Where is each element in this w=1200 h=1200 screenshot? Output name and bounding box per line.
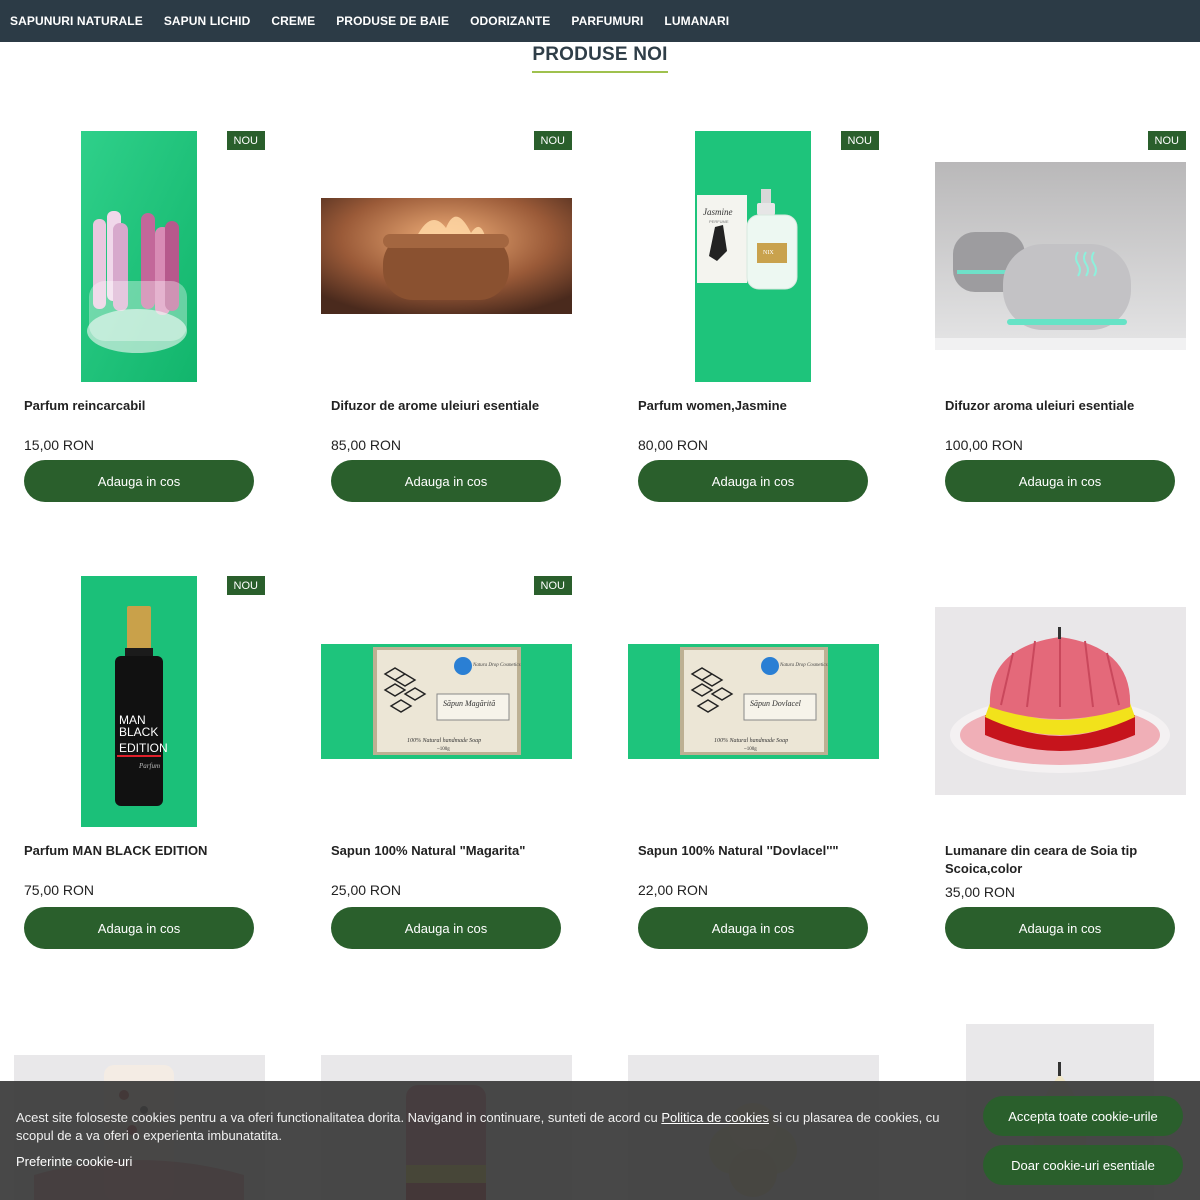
nav-item-lumanari[interactable]: LUMANARI xyxy=(664,14,729,28)
section-heading: PRODUSE NOI xyxy=(0,44,1200,73)
product-card: Natura Drop Cosmetics Săpun Dovlacel 100… xyxy=(628,576,879,966)
product-image-link[interactable]: Jasmine PERFUME NIX NOU xyxy=(628,131,879,382)
soap-brand: Natura Drop Cosmetics xyxy=(472,663,521,668)
man-label-4: Parfum xyxy=(138,762,160,770)
product-card: MAN BLACK EDITION Parfum NOU Parfum MAN … xyxy=(14,576,265,966)
add-to-cart-button[interactable]: Adauga in cos xyxy=(945,907,1175,949)
product-price: 35,00 RON xyxy=(945,884,1016,900)
add-to-cart-button[interactable]: Adauga in cos xyxy=(638,460,868,502)
add-to-cart-button[interactable]: Adauga in cos xyxy=(24,907,254,949)
add-to-cart-button[interactable]: Adauga in cos xyxy=(331,460,561,502)
top-navigation: SAPUNURI NATURALE SAPUN LICHID CREME PRO… xyxy=(0,0,1200,42)
soap-name: Săpun Magărită xyxy=(443,699,495,708)
man-label-3: EDITION xyxy=(119,741,168,755)
nav-item-creme[interactable]: CREME xyxy=(271,14,315,28)
soap-brand: Natura Drop Cosmetics xyxy=(779,663,828,668)
product-image[interactable]: Natura Drop Cosmetics Săpun Magărită 100… xyxy=(321,644,572,759)
product-title[interactable]: Sapun 100% Natural ''Dovlacel''" xyxy=(638,842,878,860)
product-price: 85,00 RON xyxy=(331,437,402,453)
add-to-cart-button[interactable]: Adauga in cos xyxy=(24,460,254,502)
add-to-cart-button[interactable]: Adauga in cos xyxy=(945,460,1175,502)
product-image[interactable]: Natura Drop Cosmetics Săpun Dovlacel 100… xyxy=(628,644,879,759)
nav-item-sapun-lichid[interactable]: SAPUN LICHID xyxy=(164,14,251,28)
product-title[interactable]: Lumanare din ceara de Soia tip Scoica,co… xyxy=(945,842,1185,878)
product-image[interactable] xyxy=(321,198,572,314)
product-title[interactable]: Difuzor aroma uleiuri esentiale xyxy=(945,397,1185,415)
product-card: NOU Difuzor aroma uleiuri esentiale 100,… xyxy=(935,131,1186,521)
cookie-preferences-link[interactable]: Preferinte cookie-uri xyxy=(16,1154,132,1169)
essential-cookies-button[interactable]: Doar cookie-uri esentiale xyxy=(983,1145,1183,1185)
add-to-cart-button[interactable]: Adauga in cos xyxy=(331,907,561,949)
product-title[interactable]: Sapun 100% Natural "Magarita" xyxy=(331,842,571,860)
product-title[interactable]: Parfum women,Jasmine xyxy=(638,397,878,415)
product-image-link[interactable] xyxy=(935,576,1186,827)
product-image[interactable] xyxy=(935,162,1186,350)
product-title[interactable]: Difuzor de arome uleiuri esentiale xyxy=(331,397,571,415)
cookie-policy-link[interactable]: Politica de cookies xyxy=(661,1110,769,1125)
section-title: PRODUSE NOI xyxy=(532,44,668,73)
product-image-link[interactable]: MAN BLACK EDITION Parfum NOU xyxy=(14,576,265,827)
new-badge: NOU xyxy=(226,131,265,150)
product-card: Natura Drop Cosmetics Săpun Magărită 100… xyxy=(321,576,572,966)
product-image-link[interactable]: NOU xyxy=(321,131,572,382)
product-price: 75,00 RON xyxy=(24,882,95,898)
add-to-cart-button[interactable]: Adauga in cos xyxy=(638,907,868,949)
product-image[interactable] xyxy=(935,607,1186,795)
nav-item-parfumuri[interactable]: PARFUMURI xyxy=(571,14,643,28)
accept-all-cookies-button[interactable]: Accepta toate cookie-urile xyxy=(983,1096,1183,1136)
soap-footer: 100% Natural handmade Soap xyxy=(714,738,788,744)
nav-item-produse-de-baie[interactable]: PRODUSE DE BAIE xyxy=(336,14,449,28)
soap-footer: 100% Natural handmade Soap xyxy=(407,738,481,744)
man-label-2: BLACK xyxy=(119,725,158,739)
cookie-message: Acest site foloseste cookies pentru a va… xyxy=(16,1109,966,1145)
product-card: NOU Parfum reincarcabil 15,00 RON Adauga… xyxy=(14,131,265,521)
product-image-link[interactable]: Natura Drop Cosmetics Săpun Dovlacel 100… xyxy=(628,576,879,827)
new-badge: NOU xyxy=(533,131,572,150)
product-card: Jasmine PERFUME NIX NOU Parfum women,Jas… xyxy=(628,131,879,521)
product-price: 100,00 RON xyxy=(945,437,1023,453)
new-badge: NOU xyxy=(1147,131,1186,150)
product-image[interactable]: MAN BLACK EDITION Parfum xyxy=(81,576,197,827)
product-price: 15,00 RON xyxy=(24,437,95,453)
jasmine-box-sub: PERFUME xyxy=(709,219,729,224)
soap-weight: ~100g xyxy=(437,747,450,752)
product-image-link[interactable]: NOU xyxy=(14,131,265,382)
new-badge: NOU xyxy=(226,576,265,595)
product-price: 80,00 RON xyxy=(638,437,709,453)
cookie-consent-bar: Acest site foloseste cookies pentru a va… xyxy=(0,1081,1200,1200)
product-image[interactable] xyxy=(81,131,197,382)
product-image-link[interactable]: Natura Drop Cosmetics Săpun Magărită 100… xyxy=(321,576,572,827)
nav-item-odorizante[interactable]: ODORIZANTE xyxy=(470,14,550,28)
new-badge: NOU xyxy=(533,576,572,595)
jasmine-box-label: Jasmine xyxy=(703,207,733,217)
product-image-link[interactable]: NOU xyxy=(935,131,1186,382)
product-card: NOU Difuzor de arome uleiuri esentiale 8… xyxy=(321,131,572,521)
soap-weight: ~100g xyxy=(744,747,757,752)
new-badge: NOU xyxy=(840,131,879,150)
product-price: 25,00 RON xyxy=(331,882,402,898)
product-title[interactable]: Parfum MAN BLACK EDITION xyxy=(24,842,264,860)
product-title[interactable]: Parfum reincarcabil xyxy=(24,397,264,415)
soap-name: Săpun Dovlacel xyxy=(750,699,802,708)
nav-item-sapunuri-naturale[interactable]: SAPUNURI NATURALE xyxy=(10,14,143,28)
product-price: 22,00 RON xyxy=(638,882,709,898)
cookie-text-before: Acest site foloseste cookies pentru a va… xyxy=(16,1110,662,1125)
product-image[interactable]: Jasmine PERFUME NIX xyxy=(695,131,811,382)
product-card: Lumanare din ceara de Soia tip Scoica,co… xyxy=(935,576,1186,966)
jasmine-bottle-label: NIX xyxy=(763,250,774,256)
